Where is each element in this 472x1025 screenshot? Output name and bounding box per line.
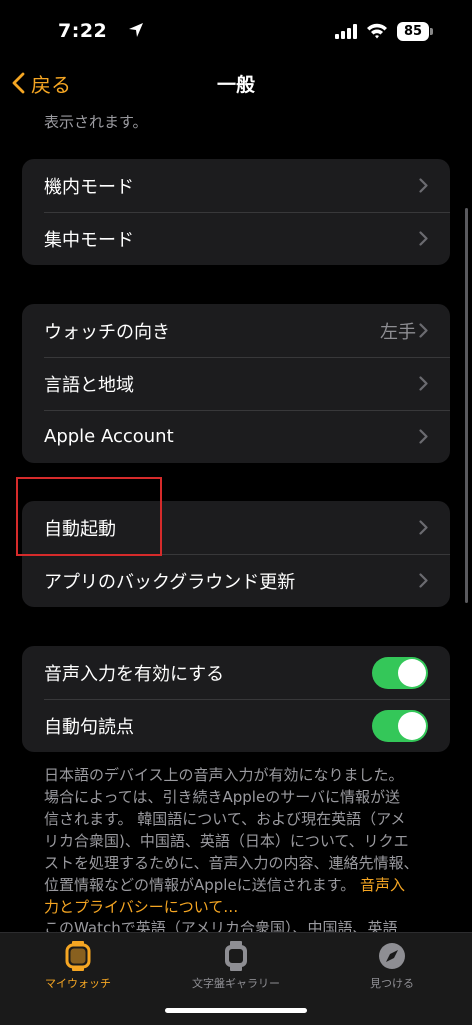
watch-face-icon xyxy=(176,941,296,971)
row-label: 自動句読点 xyxy=(44,716,134,738)
row-focus-mode[interactable]: 集中モード xyxy=(22,212,450,265)
privacy-link[interactable]: 音声入 xyxy=(360,876,405,894)
page-title: 一般 xyxy=(216,74,255,96)
top-footnote: 表示されます。 xyxy=(44,113,148,131)
row-enable-dictation: 音声入力を有効にする xyxy=(22,646,450,699)
settings-scroll-view[interactable]: 表示されます。 機内モード 集中モード ウォッチの向き 左手 言語と地域 App… xyxy=(0,107,472,932)
chevron-right-icon xyxy=(419,178,428,193)
cellular-signal-icon xyxy=(335,24,357,39)
auto-punctuation-toggle[interactable] xyxy=(372,710,428,742)
row-label: アプリのバックグラウンド更新 xyxy=(44,571,296,593)
row-auto-punctuation: 自動句読点 xyxy=(22,699,450,752)
chevron-right-icon xyxy=(419,231,428,246)
row-label: 集中モード xyxy=(44,229,134,251)
settings-group-dictation: 音声入力を有効にする 自動句読点 xyxy=(22,646,450,752)
settings-group-watch: ウォッチの向き 左手 言語と地域 Apple Account xyxy=(22,304,450,463)
chevron-right-icon xyxy=(419,376,428,391)
watch-icon xyxy=(18,941,138,971)
navigation-bar: 戻る 一般 xyxy=(0,62,472,107)
footnote-line: ストを処理するために、音声入力の内容、連絡先情報、 xyxy=(44,854,419,872)
chevron-right-icon xyxy=(419,323,428,338)
footnote-text: 位置情報などの情報がAppleに送信されます。 xyxy=(44,876,356,894)
footnote-line: 日本語のデバイス上の音声入力が有効になりました。 xyxy=(44,766,404,784)
tab-face-gallery[interactable]: 文字盤ギャラリー xyxy=(176,941,296,991)
compass-icon xyxy=(332,941,452,971)
row-label: 言語と地域 xyxy=(44,374,134,396)
battery-tip xyxy=(430,28,433,35)
row-auto-launch[interactable]: 自動起動 xyxy=(22,501,450,554)
footnote-line: 力とプライバシーについて… xyxy=(44,896,434,918)
battery-indicator: 85 xyxy=(397,22,429,41)
status-time: 7:22 xyxy=(58,20,108,42)
tab-label: 文字盤ギャラリー xyxy=(192,977,280,990)
footnote-line: 位置情報などの情報がAppleに送信されます。 音声入 xyxy=(44,874,434,896)
home-indicator[interactable] xyxy=(165,1008,307,1013)
row-label: 自動起動 xyxy=(44,518,116,540)
row-apple-account[interactable]: Apple Account xyxy=(22,410,450,463)
language-footnote: このWatchで英語（アメリカ合衆国）、中国語、英語 xyxy=(44,919,398,932)
chevron-right-icon xyxy=(419,429,428,444)
dictation-toggle[interactable] xyxy=(372,657,428,689)
row-label: 音声入力を有効にする xyxy=(44,663,225,685)
chevron-right-icon xyxy=(419,520,428,535)
dictation-footnote: 日本語のデバイス上の音声入力が有効になりました。 場合によっては、引き続きApp… xyxy=(44,764,434,918)
tab-label: マイウォッチ xyxy=(45,977,111,990)
toggle-knob xyxy=(398,659,426,687)
footnote-line: リカ合衆国)、中国語、英語（日本）について、リクエ xyxy=(44,832,409,850)
row-label: Apple Account xyxy=(44,426,174,447)
toggle-knob xyxy=(398,712,426,740)
row-label: ウォッチの向き xyxy=(44,321,170,343)
footnote-line: 場合によっては、引き続きAppleのサーバに情報が送 xyxy=(44,788,401,806)
settings-group-launch: 自動起動 アプリのバックグラウンド更新 xyxy=(22,501,450,607)
location-arrow-icon xyxy=(129,23,143,37)
wifi-icon xyxy=(367,23,387,39)
row-watch-orientation[interactable]: ウォッチの向き 左手 xyxy=(22,304,450,357)
tab-label: 見つける xyxy=(370,977,414,990)
tab-my-watch[interactable]: マイウォッチ xyxy=(18,941,138,991)
row-language-region[interactable]: 言語と地域 xyxy=(22,357,450,410)
row-value: 左手 xyxy=(380,321,416,343)
footnote-line: 信されます。 韓国語について、および現在英語（アメ xyxy=(44,810,406,828)
row-label: 機内モード xyxy=(44,176,134,198)
status-bar: 7:22 85 xyxy=(0,0,472,62)
scrollbar[interactable] xyxy=(465,208,468,603)
tab-find[interactable]: 見つける xyxy=(332,941,452,991)
privacy-link-cont[interactable]: 力とプライバシーについて… xyxy=(44,898,238,916)
settings-group-modes: 機内モード 集中モード xyxy=(22,159,450,265)
row-background-refresh[interactable]: アプリのバックグラウンド更新 xyxy=(22,554,450,607)
chevron-right-icon xyxy=(419,573,428,588)
row-airplane-mode[interactable]: 機内モード xyxy=(22,159,450,212)
